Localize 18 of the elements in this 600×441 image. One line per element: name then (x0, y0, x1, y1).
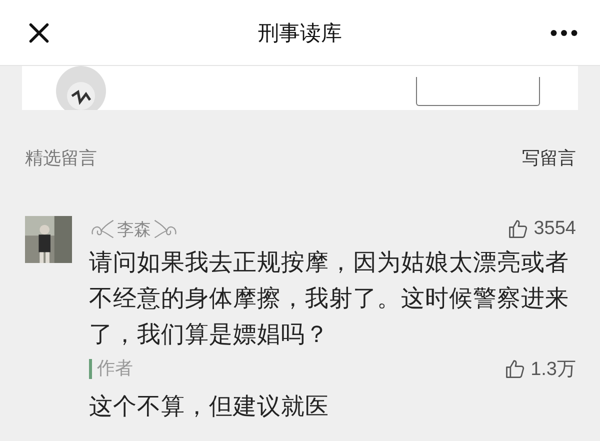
commenter-name: 李森 (117, 218, 151, 240)
thumbs-up-icon[interactable] (504, 358, 526, 380)
author-label: 作者 (89, 359, 133, 379)
like-count: 1.3万 (530, 358, 576, 382)
ornament-icon (89, 218, 115, 240)
write-comment-link[interactable]: 写留言 (522, 146, 576, 170)
like-count: 3554 (534, 218, 576, 240)
like-button[interactable]: 3554 (506, 218, 576, 240)
like-button[interactable]: 1.3万 (504, 356, 576, 382)
ornament-icon (153, 218, 179, 240)
close-icon[interactable] (28, 22, 50, 44)
more-icon[interactable] (550, 28, 578, 36)
thumbs-up-icon[interactable] (506, 218, 529, 240)
reply-text: 这个不算，但建议就医 (89, 391, 330, 422)
section-title: 精选留言 (25, 147, 97, 170)
follow-button[interactable] (416, 77, 540, 106)
page-title: 刑事读库 (258, 20, 342, 46)
comment-text: 请问如果我去正规按摩，因为姑娘太漂亮或者不经意的身体摩擦，我射了。这时候警察进来了，我们算是嫖娼吗？ (89, 247, 570, 350)
